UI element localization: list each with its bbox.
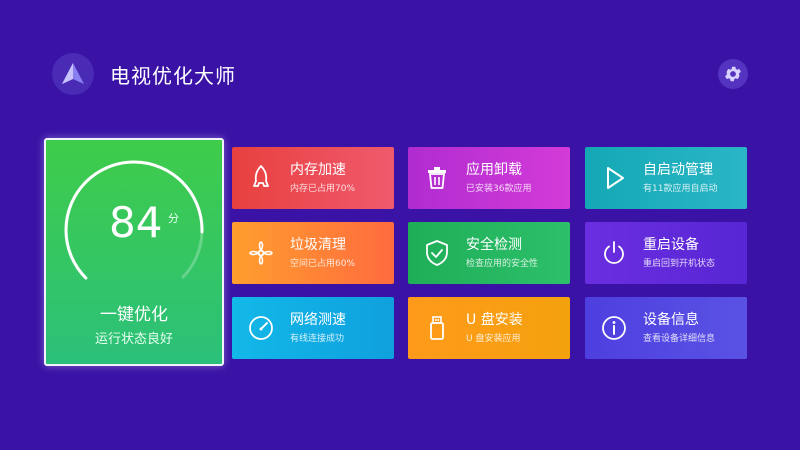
card-subtitle: 重启回到开机状态 (643, 258, 716, 269)
card-subtitle: 空间已占用60% (290, 258, 356, 269)
paper-plane-logo-icon (52, 53, 94, 95)
trash-icon (428, 167, 446, 189)
card-subtitle: U 盘安装应用 (466, 333, 521, 344)
one-click-optimize-tile[interactable]: 84 分 一键优化 运行状态良好 (44, 138, 224, 366)
card-title: 设备信息 (643, 311, 699, 328)
speedometer-icon (249, 316, 273, 340)
memory-boost-card[interactable]: 内存加速 内存已占用70% (232, 147, 394, 209)
card-title: 网络测速 (290, 311, 346, 328)
play-icon (607, 167, 624, 189)
settings-button[interactable] (718, 59, 748, 89)
autostart-manage-card[interactable]: 自启动管理 有11款应用自启动 (585, 147, 747, 209)
app-uninstall-card[interactable]: 应用卸载 已安装36款应用 (408, 147, 570, 209)
card-title: 自启动管理 (643, 161, 713, 178)
app-header: 电视优化大师 (52, 53, 236, 95)
card-subtitle: 有线连接成功 (290, 333, 345, 344)
network-speed-card[interactable]: 网络测速 有线连接成功 (232, 297, 394, 359)
shield-check-icon (426, 240, 448, 266)
fan-icon (249, 241, 273, 265)
optimize-title: 一键优化 (100, 305, 168, 325)
restart-device-card[interactable]: 重启设备 重启回到开机状态 (585, 222, 747, 284)
score-unit: 分 (168, 212, 179, 225)
rocket-icon (253, 165, 269, 187)
gear-icon (725, 66, 741, 82)
card-title: 垃圾清理 (290, 236, 346, 253)
security-check-card[interactable]: 安全检测 检查应用的安全性 (408, 222, 570, 284)
card-subtitle: 查看设备详细信息 (643, 333, 716, 344)
app-title: 电视优化大师 (110, 63, 236, 88)
card-title: U 盘安装 (466, 311, 523, 328)
card-title: 重启设备 (643, 236, 699, 253)
card-subtitle: 内存已占用70% (290, 183, 356, 194)
power-icon (604, 241, 624, 264)
device-info-card[interactable]: 设备信息 查看设备详细信息 (585, 297, 747, 359)
junk-clean-card[interactable]: 垃圾清理 空间已占用60% (232, 222, 394, 284)
card-title: 应用卸载 (466, 161, 522, 178)
usb-install-card[interactable]: U 盘安装 U 盘安装应用 (408, 297, 570, 359)
card-subtitle: 检查应用的安全性 (466, 258, 539, 269)
card-title: 安全检测 (466, 236, 522, 253)
card-subtitle: 有11款应用自启动 (643, 183, 718, 194)
card-subtitle: 已安装36款应用 (466, 183, 532, 194)
card-title: 内存加速 (290, 161, 346, 178)
optimize-status: 运行状态良好 (94, 332, 173, 347)
score-value: 84 (109, 198, 163, 247)
info-icon (602, 316, 626, 340)
usb-drive-icon (430, 316, 444, 340)
